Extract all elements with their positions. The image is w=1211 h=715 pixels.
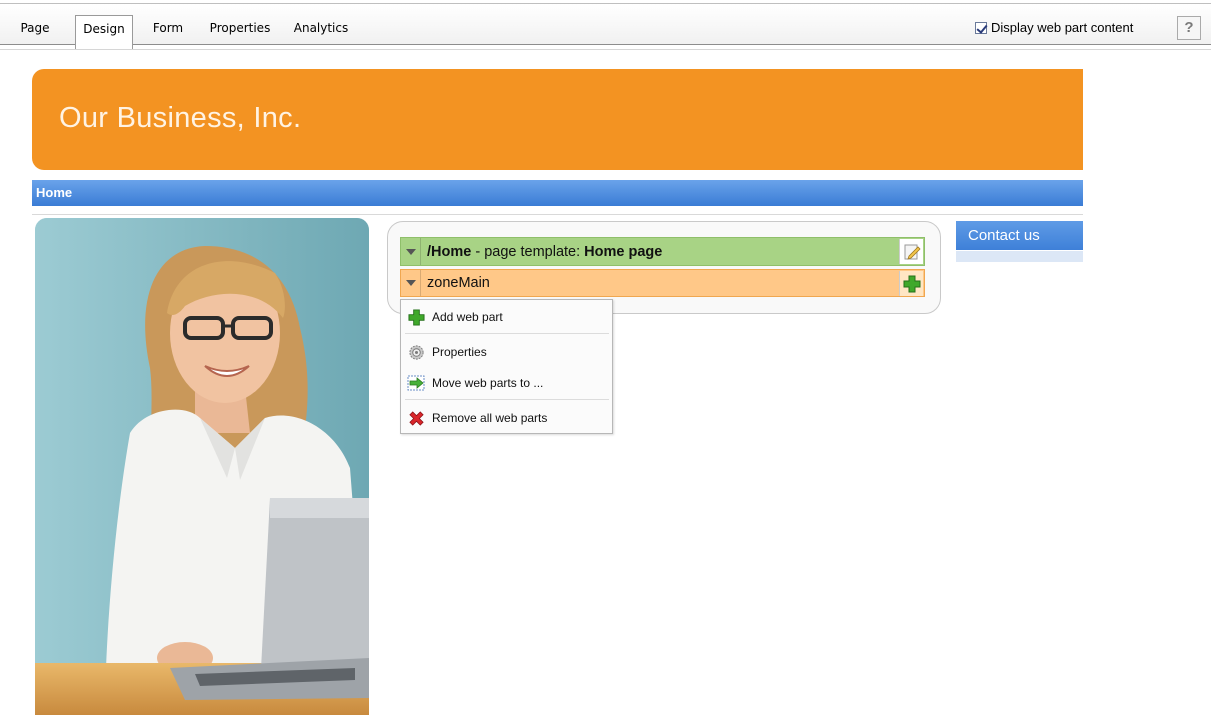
tab-strip: Page Design Form Properties Analytics Di… bbox=[0, 3, 1211, 50]
tab-analytics[interactable]: Analytics bbox=[285, 17, 357, 49]
tab-design[interactable]: Design bbox=[75, 15, 133, 50]
site-header-banner: Our Business, Inc. bbox=[32, 69, 1083, 170]
menu-item-label: Remove all web parts bbox=[432, 411, 548, 425]
help-button[interactable]: ? bbox=[1177, 16, 1201, 40]
chevron-down-icon bbox=[405, 248, 416, 255]
template-name: Home page bbox=[584, 243, 663, 260]
template-path: /Home bbox=[427, 243, 472, 260]
page-template-bar[interactable]: /Home - page template: Home page bbox=[400, 237, 925, 266]
display-content-label: Display web part content bbox=[991, 20, 1134, 35]
template-separator: - page template: bbox=[471, 243, 585, 260]
menu-item-move-web-parts[interactable]: Move web parts to ... bbox=[407, 371, 607, 395]
edit-pencil-icon bbox=[904, 244, 921, 260]
add-icon bbox=[903, 275, 920, 292]
menu-separator bbox=[405, 399, 609, 400]
add-icon bbox=[407, 308, 425, 326]
contact-us-box: Contact us bbox=[956, 221, 1083, 262]
zone-menu-toggle[interactable] bbox=[401, 270, 421, 296]
menu-item-label: Add web part bbox=[432, 310, 503, 324]
display-content-checkbox[interactable] bbox=[975, 21, 987, 34]
tab-form[interactable]: Form bbox=[141, 17, 195, 49]
menu-separator bbox=[405, 333, 609, 334]
display-web-part-content-toggle[interactable]: Display web part content bbox=[975, 20, 1133, 35]
menu-item-label: Properties bbox=[432, 345, 487, 359]
template-menu-toggle[interactable] bbox=[401, 238, 421, 265]
remove-x-icon bbox=[407, 409, 425, 427]
zone-context-menu: Add web part Properties Move web parts t… bbox=[400, 299, 613, 434]
design-toolbar: Page Design Form Properties Analytics Di… bbox=[0, 0, 1211, 50]
gear-icon bbox=[407, 343, 425, 361]
zone-main-bar[interactable]: zoneMain bbox=[400, 269, 925, 297]
chevron-down-icon bbox=[405, 280, 416, 286]
tab-page[interactable]: Page bbox=[2, 17, 68, 49]
zone-add-web-part-button[interactable] bbox=[899, 271, 923, 296]
move-arrow-icon bbox=[407, 374, 425, 392]
site-title: Our Business, Inc. bbox=[59, 102, 302, 134]
edit-template-button[interactable] bbox=[899, 239, 923, 264]
menu-item-properties[interactable]: Properties bbox=[407, 340, 607, 364]
toolbar-divider bbox=[0, 49, 1211, 50]
menu-item-add-web-part[interactable]: Add web part bbox=[407, 305, 607, 329]
tab-properties[interactable]: Properties bbox=[200, 17, 280, 49]
zone-name: zoneMain bbox=[427, 275, 490, 291]
menu-item-remove-all-web-parts[interactable]: Remove all web parts bbox=[407, 406, 607, 430]
contact-us-header[interactable]: Contact us bbox=[956, 221, 1083, 251]
businesswoman-photo bbox=[35, 218, 369, 715]
menu-item-label: Move web parts to ... bbox=[432, 376, 544, 390]
content-divider bbox=[32, 214, 1083, 215]
site-nav-bar: Home bbox=[32, 180, 1083, 206]
nav-home-link[interactable]: Home bbox=[36, 185, 72, 200]
